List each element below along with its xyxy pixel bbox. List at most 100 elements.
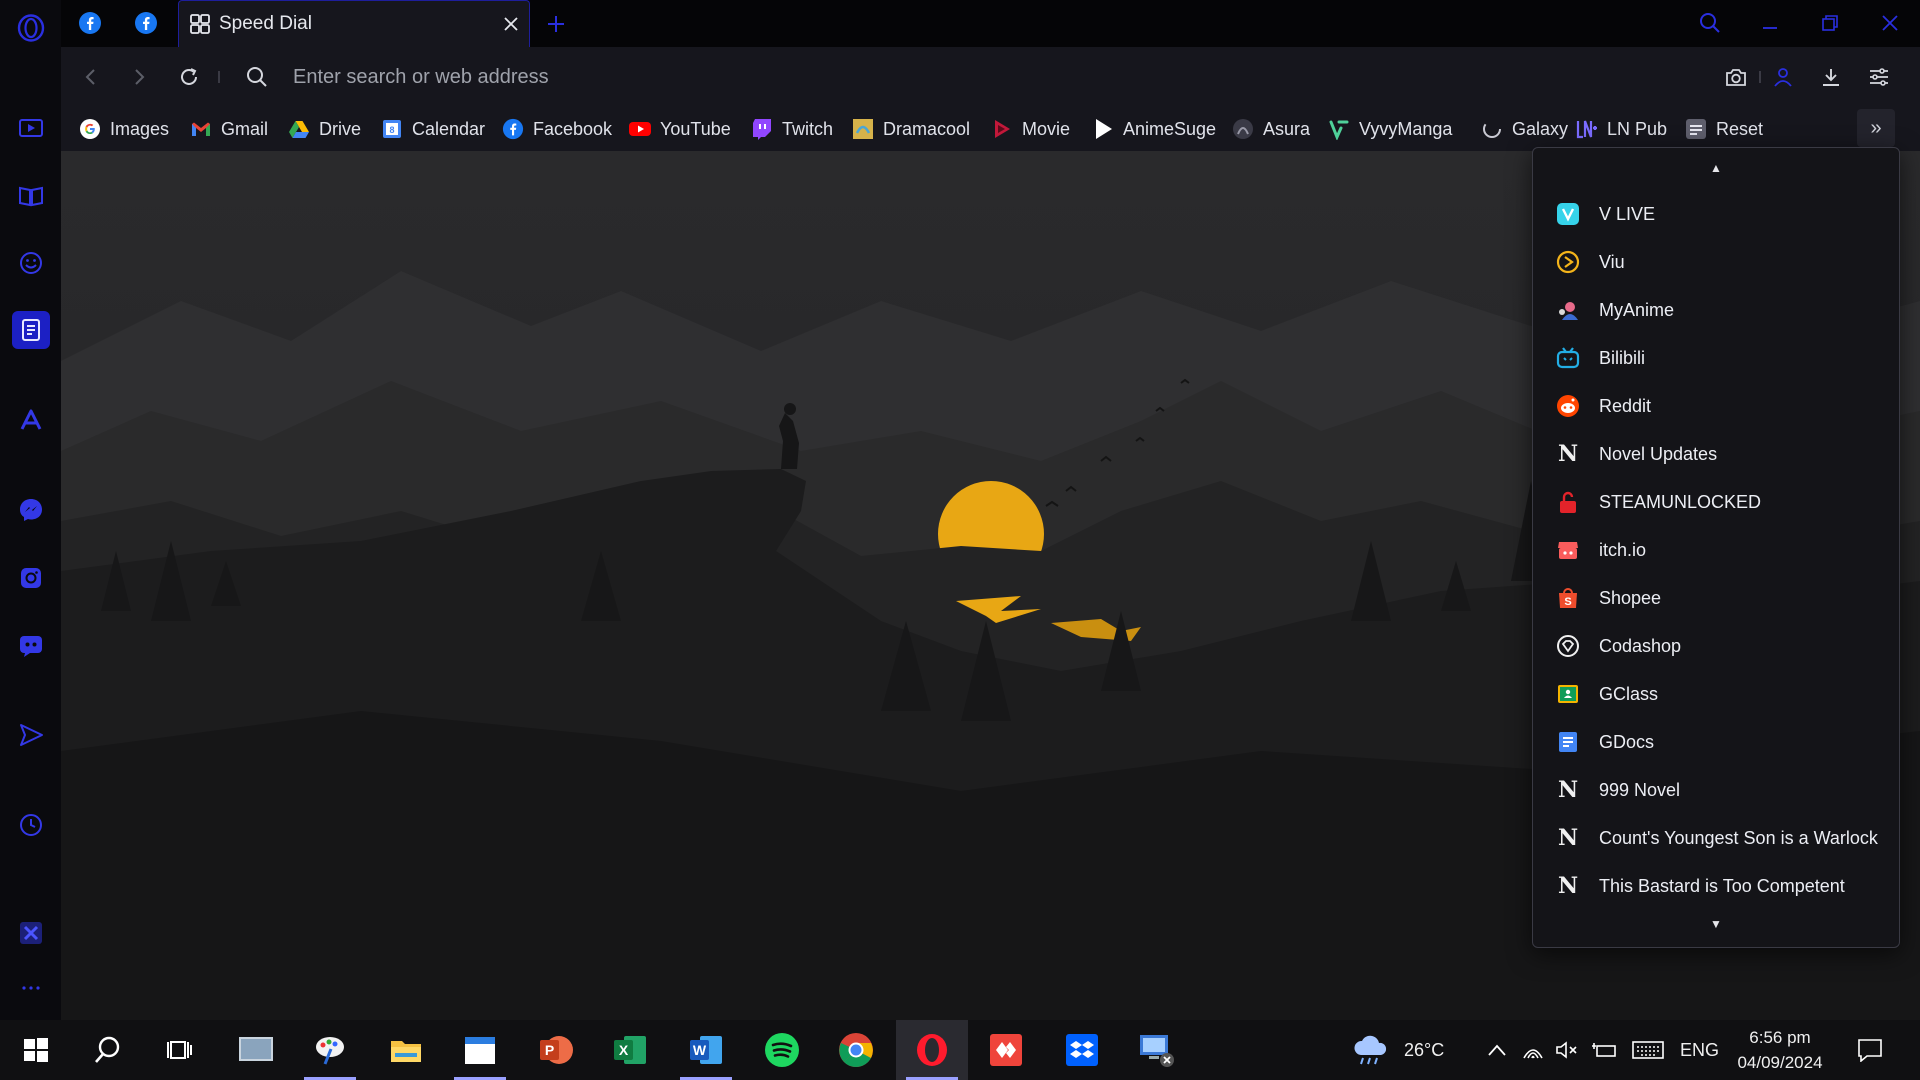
- task-view-button[interactable]: [144, 1020, 216, 1080]
- sidebar-history[interactable]: [0, 803, 61, 847]
- menu-item-gclass[interactable]: GClass: [1533, 670, 1899, 718]
- menu-item-bilibili[interactable]: Bilibili: [1533, 334, 1899, 382]
- tab-strip: Speed Dial: [61, 0, 1920, 47]
- bookmark-facebook[interactable]: Facebook: [501, 114, 612, 144]
- sidebar-aria[interactable]: [0, 398, 61, 442]
- bookmark-drive[interactable]: Drive: [287, 114, 361, 144]
- restore-button[interactable]: [1807, 6, 1853, 40]
- taskbar-app-excel[interactable]: X: [594, 1020, 666, 1080]
- taskbar-app-spotify[interactable]: [746, 1020, 818, 1080]
- weather-widget[interactable]: [1340, 1020, 1400, 1080]
- bookmark-ln-pub[interactable]: LN Pub: [1575, 114, 1667, 144]
- menu-item-itchio[interactable]: itch.io: [1533, 526, 1899, 574]
- profile-button[interactable]: [1764, 59, 1802, 95]
- downloads-button[interactable]: [1812, 59, 1850, 95]
- bookmarks-overflow-button[interactable]: »: [1857, 109, 1895, 147]
- bookmark-gmail[interactable]: Gmail: [189, 114, 268, 144]
- forward-button[interactable]: [121, 59, 157, 95]
- menu-item-vlive[interactable]: V LIVE: [1533, 190, 1899, 238]
- menu-item-gdocs[interactable]: GDocs: [1533, 718, 1899, 766]
- bookmarks-overflow-menu: ▲ V LIVE Viu MyAnime Bilibili Reddit N N…: [1532, 147, 1900, 948]
- bookmark-reset[interactable]: Reset: [1684, 114, 1763, 144]
- new-tab-button[interactable]: [538, 6, 574, 42]
- bookmark-calendar[interactable]: 8 Calendar: [380, 114, 485, 144]
- sidebar-discord[interactable]: [0, 623, 61, 667]
- bookmark-youtube[interactable]: YouTube: [628, 114, 731, 144]
- start-button[interactable]: [0, 1020, 72, 1080]
- menu-scroll-up[interactable]: ▲: [1533, 158, 1899, 178]
- network-button[interactable]: [1518, 1020, 1548, 1080]
- window-close-button[interactable]: [1867, 6, 1913, 40]
- menu-item-label: 999 Novel: [1599, 779, 1681, 800]
- pinned-tab-facebook-1[interactable]: [73, 8, 107, 38]
- taskbar-app-word[interactable]: W: [670, 1020, 742, 1080]
- taskbar-app-file-explorer[interactable]: [370, 1020, 442, 1080]
- taskbar-app-dropbox[interactable]: [1046, 1020, 1118, 1080]
- address-input[interactable]: [293, 59, 1753, 95]
- menu-item-viu[interactable]: Viu: [1533, 238, 1899, 286]
- bookmark-vyvymanga[interactable]: VyvyManga: [1327, 114, 1452, 144]
- sidebar-bookmarks[interactable]: [0, 174, 61, 218]
- sidebar-more[interactable]: [0, 966, 61, 1010]
- volume-button[interactable]: [1552, 1020, 1582, 1080]
- menu-item-myanime[interactable]: MyAnime: [1533, 286, 1899, 334]
- back-button[interactable]: [73, 59, 109, 95]
- bookmark-asura[interactable]: Asura: [1231, 114, 1310, 144]
- taskbar-app-remote-desktop[interactable]: [1120, 1020, 1192, 1080]
- touch-keyboard-button[interactable]: [1630, 1020, 1666, 1080]
- notification-center-button[interactable]: [1848, 1020, 1892, 1080]
- sidebar-extension[interactable]: [0, 911, 61, 955]
- menu-item-999-novel[interactable]: N 999 Novel: [1533, 766, 1899, 814]
- viu-icon: [1555, 249, 1581, 275]
- menu-scroll-down[interactable]: ▼: [1533, 914, 1899, 934]
- tab-search-button[interactable]: [1687, 6, 1733, 40]
- taskbar-app-chrome[interactable]: [820, 1020, 892, 1080]
- menu-item-shopee[interactable]: S Shopee: [1533, 574, 1899, 622]
- sidebar-send[interactable]: [0, 713, 61, 757]
- menu-item-novel-updates[interactable]: N Novel Updates: [1533, 430, 1899, 478]
- menu-item-steamunlocked[interactable]: STEAMUNLOCKED: [1533, 478, 1899, 526]
- sidebar-video-popout[interactable]: [0, 106, 61, 150]
- sidebar-personal-news[interactable]: [0, 241, 61, 285]
- tab-close-button[interactable]: [493, 6, 529, 42]
- bookmark-dramacool[interactable]: Dramacool: [851, 114, 970, 144]
- pinned-tab-facebook-2[interactable]: [129, 8, 163, 38]
- taskbar-clock[interactable]: 6:56 pm 04/09/2024: [1720, 1025, 1840, 1075]
- taskbar-app-anydesk[interactable]: [970, 1020, 1042, 1080]
- sidebar-messenger[interactable]: [0, 488, 61, 532]
- taskbar-app-paint[interactable]: [294, 1020, 366, 1080]
- menu-item-label: itch.io: [1599, 539, 1647, 560]
- bookmark-animesuge[interactable]: AnimeSuge: [1091, 114, 1216, 144]
- taskbar-app-opera[interactable]: [896, 1020, 968, 1080]
- snapshot-button[interactable]: [1717, 59, 1755, 95]
- menu-item-codashop[interactable]: Codashop: [1533, 622, 1899, 670]
- google-icon: [78, 117, 102, 141]
- tab-speed-dial[interactable]: Speed Dial: [178, 0, 530, 47]
- bookmark-label: VyvyManga: [1359, 118, 1453, 139]
- bookmark-twitch[interactable]: Twitch: [750, 114, 833, 144]
- twitch-icon: [750, 117, 774, 141]
- reload-button[interactable]: [171, 59, 207, 95]
- bookmark-images[interactable]: Images: [78, 114, 169, 144]
- easy-setup-button[interactable]: [1860, 59, 1898, 95]
- sidebar-speed-dial[interactable]: [0, 308, 61, 352]
- facebook-icon: [501, 117, 525, 141]
- taskbar-app-powerpoint[interactable]: P: [520, 1020, 592, 1080]
- show-hidden-icons-button[interactable]: [1482, 1020, 1512, 1080]
- cloud-rain-icon: [1354, 1035, 1387, 1065]
- opera-menu-button[interactable]: [0, 6, 61, 50]
- bookmark-label: AnimeSuge: [1123, 118, 1217, 139]
- menu-item-this-bastard[interactable]: N This Bastard is Too Competent: [1533, 862, 1899, 910]
- minimize-button[interactable]: [1747, 6, 1793, 40]
- input-language[interactable]: ENG: [1680, 1020, 1719, 1080]
- svg-text:S: S: [1564, 596, 1571, 608]
- sidebar-instagram[interactable]: [0, 556, 61, 600]
- menu-item-reddit[interactable]: Reddit: [1533, 382, 1899, 430]
- taskbar-app-notepad[interactable]: [444, 1020, 516, 1080]
- battery-button[interactable]: [1590, 1020, 1620, 1080]
- taskbar-app-desktop[interactable]: [220, 1020, 292, 1080]
- taskbar-search-button[interactable]: [72, 1020, 144, 1080]
- bookmark-movie[interactable]: Movie: [990, 114, 1070, 144]
- bookmark-galaxy[interactable]: Galaxy: [1480, 114, 1568, 144]
- menu-item-counts-youngest-son[interactable]: N Count's Youngest Son is a Warlock: [1533, 814, 1899, 862]
